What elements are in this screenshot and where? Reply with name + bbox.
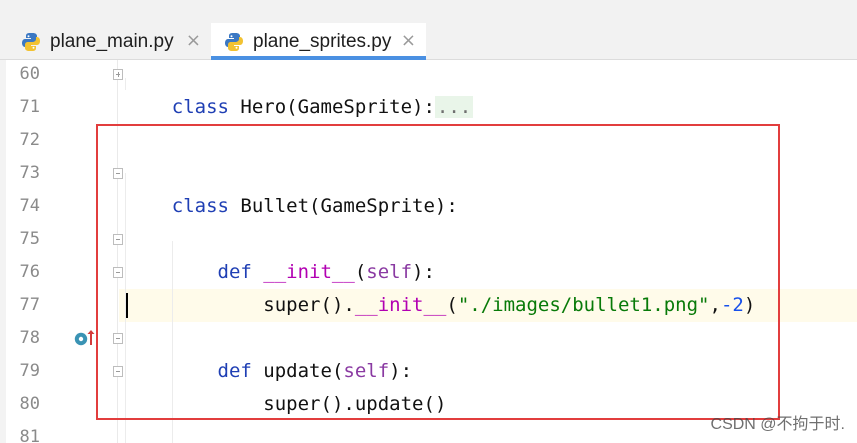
line-number: 71 (19, 97, 40, 117)
class-name: Hero (240, 96, 287, 118)
code-editor[interactable]: 60 71 72 73 74 75 76 77 78 79 80 81 clas… (0, 60, 857, 443)
watermark: CSDN @不拘于时. (710, 416, 845, 433)
colon: : (423, 96, 435, 118)
editor-tabs: plane_main.py × plane_sprites.py × (8, 23, 426, 60)
close-paren: ) (412, 96, 424, 118)
line-number: 78 (19, 328, 40, 348)
base-class: GameSprite (297, 96, 413, 118)
line-number: 80 (19, 394, 40, 414)
line-number: 81 (19, 427, 40, 443)
class-keyword: class (171, 96, 241, 118)
line-number: 73 (19, 163, 40, 183)
line-number: 74 (19, 196, 40, 216)
python-file-icon (223, 31, 245, 53)
tab-label: plane_main.py (50, 31, 174, 52)
tab-bar: plane_main.py × plane_sprites.py × (0, 0, 857, 60)
close-icon[interactable]: × (401, 31, 416, 50)
folded-code[interactable]: ... (434, 96, 474, 118)
code-line-hero[interactable]: class Hero(GameSprite):... (126, 60, 857, 118)
tab-label: plane_sprites.py (253, 31, 392, 52)
gutter-strip (0, 60, 6, 443)
line-number: 77 (19, 295, 40, 315)
open-paren: ( (286, 96, 298, 118)
up-arrow-icon[interactable] (86, 328, 96, 346)
line-number: 60 (19, 64, 40, 84)
line-number: 72 (19, 130, 40, 150)
line-number: 76 (19, 262, 40, 282)
tab-plane-main[interactable]: plane_main.py × (8, 23, 211, 60)
python-file-icon (20, 31, 42, 53)
line-number: 79 (19, 361, 40, 381)
close-icon[interactable]: × (186, 31, 201, 50)
highlight-box (96, 124, 780, 420)
tab-plane-sprites[interactable]: plane_sprites.py × (211, 23, 426, 60)
line-number: 75 (19, 229, 40, 249)
fold-expand-icon[interactable] (113, 69, 123, 80)
